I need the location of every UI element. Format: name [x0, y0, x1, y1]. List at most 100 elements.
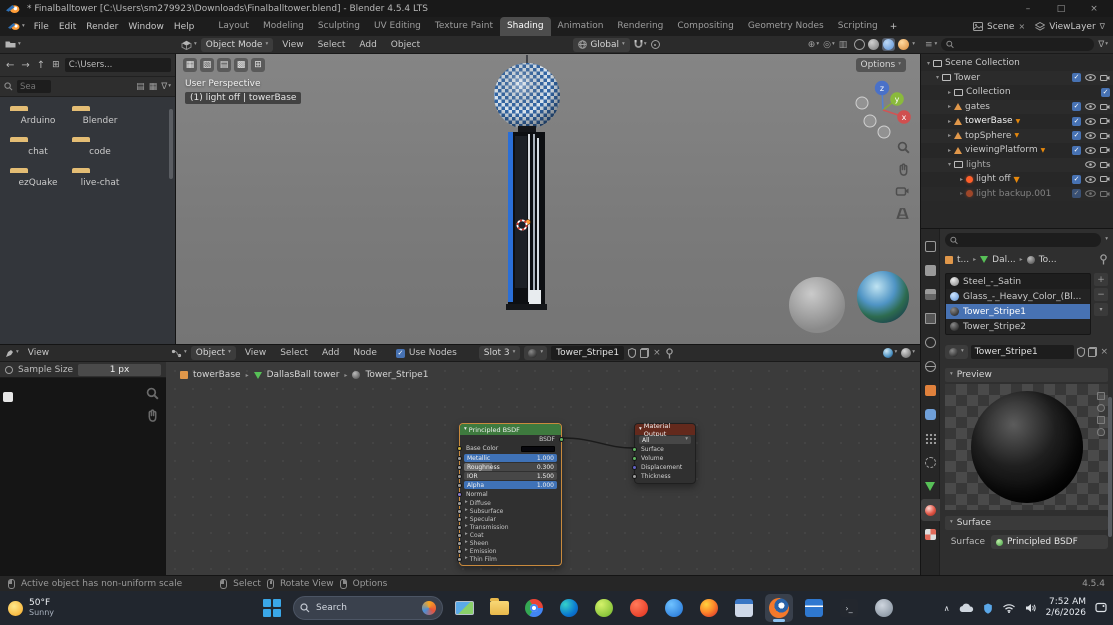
filter-funnel-icon[interactable]: ∇ ▾	[161, 82, 171, 92]
workspace-tab-animation[interactable]: Animation	[551, 17, 611, 36]
eye-icon[interactable]	[1085, 103, 1096, 111]
outliner-item-label[interactable]: viewingPlatform	[965, 145, 1038, 155]
camera-icon[interactable]	[1100, 132, 1110, 140]
outliner-item-label[interactable]: topSphere	[965, 131, 1011, 141]
firefox-icon[interactable]	[695, 594, 723, 622]
zoom-gizmo-icon[interactable]	[896, 140, 911, 155]
outliner[interactable]: ▾ Scene Collection ▾ Tower ✓ ▸ Collection ✓ ▸…	[920, 54, 1113, 228]
preview-type-sphere-icon[interactable]	[1097, 404, 1105, 412]
sample-size-field[interactable]: 1 px	[78, 363, 161, 376]
tab-modifiers[interactable]	[921, 403, 940, 425]
view-layer-filter-icon[interactable]: ∇	[1100, 22, 1105, 31]
unlink-material-icon[interactable]: ×	[653, 348, 661, 358]
tab-output[interactable]	[921, 283, 940, 305]
folder-item[interactable]: Blender	[72, 111, 128, 126]
scene-name[interactable]: Scene	[987, 22, 1014, 32]
use-nodes-toggle[interactable]: ✓ Use Nodes	[395, 348, 457, 358]
axis-gizmo[interactable]: z y x	[848, 74, 918, 144]
eye-icon[interactable]	[1085, 175, 1096, 183]
eye-icon[interactable]	[1085, 190, 1096, 198]
tab-scene[interactable]	[921, 331, 940, 353]
tab-object-data[interactable]	[921, 475, 940, 497]
tab-physics[interactable]	[921, 451, 940, 473]
view-layer-name[interactable]: ViewLayer	[1049, 22, 1095, 32]
tab-texture[interactable]	[921, 523, 940, 545]
scene-selector[interactable]: Scene ×	[973, 22, 1025, 32]
material-slot-name[interactable]: Tower_Stripe1	[963, 307, 1026, 317]
outliner-row[interactable]: ▸ light off ▼ ✓	[921, 172, 1113, 187]
tab-object[interactable]	[921, 379, 940, 401]
add-slot-button[interactable]: +	[1094, 273, 1108, 286]
menu-file[interactable]: File	[29, 22, 54, 32]
unlink-scene-icon[interactable]: ×	[1018, 22, 1025, 31]
blender-taskbar-icon[interactable]	[765, 594, 793, 622]
material-slot[interactable]: Tower_Stripe2	[946, 319, 1090, 334]
camera-icon[interactable]	[1100, 161, 1110, 169]
workspace-tab-compositing[interactable]: Compositing	[670, 17, 740, 36]
checkbox-icon[interactable]: ✓	[1072, 189, 1081, 199]
shader-type-dropdown[interactable]: Object ▾	[190, 346, 236, 360]
material-preview[interactable]	[945, 384, 1108, 510]
breadcrumb-data[interactable]: DallasBall tower	[267, 370, 340, 380]
ior-socket[interactable]	[457, 473, 462, 479]
file-browser-editor-icon[interactable]: ▾	[5, 40, 21, 49]
expand-arrow[interactable]: ▾	[933, 74, 942, 81]
fake-user-shield-icon[interactable]	[1077, 347, 1086, 357]
thickness-input-socket[interactable]	[632, 474, 637, 479]
folder-item[interactable]: code	[72, 142, 128, 157]
surface-section-header[interactable]: ▾ Surface	[945, 516, 1108, 530]
outliner-item-label[interactable]: light off	[976, 174, 1011, 184]
steam-icon[interactable]	[870, 594, 898, 622]
alpha-socket[interactable]	[457, 482, 462, 488]
preview-type-monkey-icon[interactable]	[1097, 428, 1105, 436]
weather-widget[interactable]: 50°F Sunny	[8, 591, 54, 625]
bsdf-section[interactable]: ▸ Specular	[457, 515, 561, 523]
surface-input-socket[interactable]	[632, 447, 637, 452]
camera-icon[interactable]	[1100, 146, 1110, 154]
outliner-editor-icon[interactable]: ≡ ▾	[925, 40, 937, 50]
menu-window[interactable]: Window	[123, 22, 169, 32]
roughness-slider[interactable]: Roughness 0.300	[457, 463, 557, 471]
opera-icon[interactable]	[625, 594, 653, 622]
material-slot[interactable]: Steel_-_Satin	[946, 274, 1090, 289]
tool-button[interactable]	[3, 392, 13, 402]
camera-view-icon[interactable]	[895, 185, 910, 197]
eyedropper-icon[interactable]	[5, 365, 13, 374]
camera-icon[interactable]	[1100, 117, 1110, 125]
properties-search-input[interactable]	[962, 235, 1097, 245]
outliner-item-label[interactable]: lights	[966, 160, 991, 170]
workspace-tab-modeling[interactable]: Modeling	[256, 17, 311, 36]
outlook-icon[interactable]	[800, 594, 828, 622]
view-layer-selector[interactable]: ViewLayer ∇	[1035, 22, 1105, 32]
outliner-row[interactable]: ▸ Collection ✓	[921, 85, 1113, 100]
task-view-button[interactable]	[450, 594, 478, 622]
preview-type-cube-icon[interactable]	[1097, 416, 1105, 424]
material-slot[interactable]: Glass_-_Heavy_Color_(Bl...	[946, 289, 1090, 304]
properties-scrollbar[interactable]	[1108, 397, 1112, 537]
properties-editor[interactable]: ▾ t... ▸ Dal... ▸ To... Steel_-_Satin Gl…	[920, 228, 1113, 575]
world-preview-icon[interactable]: ▾	[883, 348, 897, 358]
shader-menu-node[interactable]: Node	[348, 348, 382, 358]
metallic-socket[interactable]	[457, 455, 462, 461]
taskbar-clock[interactable]: 7:52 AM 2/6/2026	[1046, 597, 1086, 619]
expand-arrow[interactable]: ▸	[945, 89, 954, 96]
workspace-tab-sculpting[interactable]: Sculpting	[311, 17, 367, 36]
show-overlays-icon[interactable]: ◎ ▾	[823, 40, 835, 50]
browse-material-button[interactable]: ▾	[524, 346, 548, 360]
material-slot-name[interactable]: Tower_Stripe2	[963, 322, 1026, 332]
edge-icon[interactable]	[555, 594, 583, 622]
roughness-socket[interactable]	[457, 464, 462, 470]
bsdf-section[interactable]: ▸ Diffuse	[457, 499, 561, 507]
security-shield-icon[interactable]	[983, 603, 993, 614]
normal-socket[interactable]	[457, 492, 462, 497]
material-name-field[interactable]: Tower_Stripe1	[556, 348, 619, 358]
outliner-item-label[interactable]: gates	[965, 102, 990, 112]
expand-arrow[interactable]: ▸	[945, 132, 954, 139]
eye-icon[interactable]	[1085, 117, 1096, 125]
add-workspace-button[interactable]: +	[885, 22, 903, 32]
camera-icon[interactable]	[1100, 103, 1110, 111]
xray-toggle-icon[interactable]: ▥	[839, 40, 848, 50]
camera-icon[interactable]	[1100, 74, 1110, 82]
folder-item[interactable]: Arduino	[10, 111, 66, 126]
material-name-field[interactable]: Tower_Stripe1	[975, 347, 1038, 357]
